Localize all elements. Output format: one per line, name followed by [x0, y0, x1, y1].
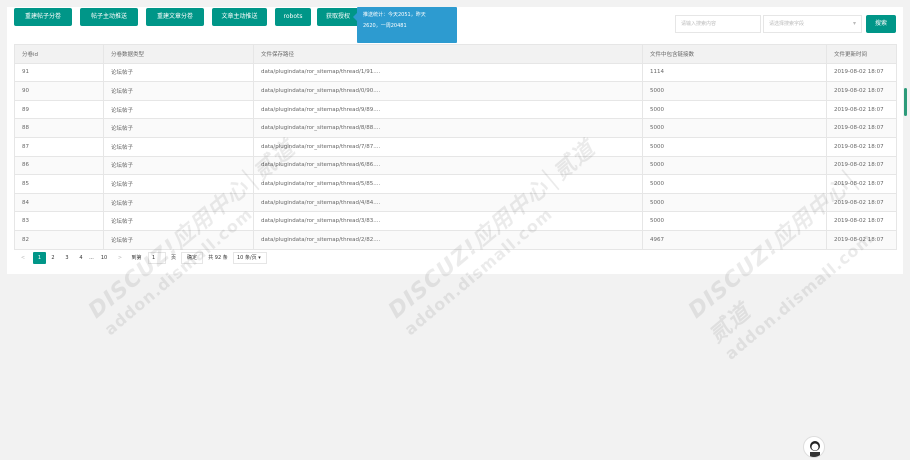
page-button-2[interactable]: 2: [48, 252, 58, 264]
cell-volume-id: 83: [14, 211, 104, 231]
page-size-select[interactable]: 10 条/页 ▾: [233, 252, 267, 264]
next-page-button[interactable]: >: [115, 252, 125, 264]
cell-data-type: 论坛帖子: [103, 155, 254, 176]
table-row[interactable]: 85 论坛帖子 data/plugindata/ror_sitemap/thread…: [14, 174, 897, 194]
cell-data-type: 论坛帖子: [103, 81, 254, 101]
cell-link-count: 1114: [642, 62, 827, 83]
cell-volume-id: 84: [14, 192, 104, 213]
tooltip-line-2: 2620，一周20481: [363, 23, 407, 29]
cell-volume-id: 85: [14, 174, 104, 194]
search-button[interactable]: 搜索: [866, 15, 896, 33]
cell-volume-id: 86: [14, 155, 104, 176]
total-count: 共 92 条: [208, 255, 228, 261]
scrollbar-thumb[interactable]: [904, 88, 907, 116]
cell-data-type: 论坛帖子: [103, 229, 254, 250]
cell-link-count: 4967: [642, 229, 827, 250]
cell-link-count: 5000: [642, 174, 827, 194]
table-row[interactable]: 84 论坛帖子 data/plugindata/ror_sitemap/thread…: [14, 192, 897, 213]
cell-data-type: 论坛帖子: [103, 192, 254, 213]
cell-file-path: data/plugindata/ror_sitemap/thread/4/84.…: [253, 192, 643, 213]
prev-page-button[interactable]: <: [18, 252, 28, 264]
avatar[interactable]: [803, 436, 825, 458]
cell-update-time: 2019-08-02 18:07: [826, 211, 897, 231]
cell-volume-id: 90: [14, 81, 104, 101]
cell-update-time: 2019-08-02 18:07: [826, 62, 897, 83]
cell-link-count: 5000: [642, 99, 827, 120]
search-input[interactable]: [675, 15, 761, 33]
table-row[interactable]: 82 论坛帖子 data/plugindata/ror_sitemap/thread…: [14, 229, 897, 250]
cell-link-count: 5000: [642, 211, 827, 231]
cell-data-type: 论坛帖子: [103, 174, 254, 194]
cell-volume-id: 87: [14, 136, 104, 157]
cell-file-path: data/plugindata/ror_sitemap/thread/2/82.…: [253, 229, 643, 250]
cell-link-count: 5000: [642, 81, 827, 101]
search-field-select[interactable]: 请选择搜索字段 ▾: [763, 15, 862, 33]
table-row[interactable]: 87 论坛帖子 data/plugindata/ror_sitemap/thread…: [14, 136, 897, 157]
table-row[interactable]: 89 论坛帖子 data/plugindata/ror_sitemap/thread…: [14, 99, 897, 120]
cell-volume-id: 89: [14, 99, 104, 120]
column-header-volume-id[interactable]: 分卷id: [14, 44, 104, 64]
cell-volume-id: 91: [14, 62, 104, 83]
page-button-4[interactable]: 4: [76, 252, 86, 264]
rebuild-thread-volumes-button[interactable]: 重建帖子分卷: [14, 8, 72, 26]
table-row[interactable]: 88 论坛帖子 data/plugindata/ror_sitemap/thread…: [14, 118, 897, 138]
cell-data-type: 论坛帖子: [103, 62, 254, 83]
page-ellipsis: ...: [89, 255, 94, 261]
cell-volume-id: 88: [14, 118, 104, 138]
goto-confirm-button[interactable]: 确定: [181, 252, 203, 264]
column-header-update-time[interactable]: 文件更新时间: [826, 44, 897, 64]
sitemap-volume-table: 分卷id 分卷数据类型 文件保存路径 文件中包含链接数 文件更新时间 91 论坛帖…: [14, 44, 897, 250]
cell-file-path: data/plugindata/ror_sitemap/thread/5/85.…: [253, 174, 643, 194]
table-header-row: 分卷id 分卷数据类型 文件保存路径 文件中包含链接数 文件更新时间: [14, 44, 897, 64]
cell-update-time: 2019-08-02 18:07: [826, 81, 897, 101]
cell-link-count: 5000: [642, 118, 827, 138]
cell-file-path: data/plugindata/ror_sitemap/thread/0/90.…: [253, 81, 643, 101]
cell-data-type: 论坛帖子: [103, 99, 254, 120]
goto-label: 到第: [131, 255, 142, 261]
cell-file-path: data/plugindata/ror_sitemap/thread/6/86.…: [253, 155, 643, 176]
cell-link-count: 5000: [642, 136, 827, 157]
cell-volume-id: 82: [14, 229, 104, 250]
cell-link-count: 5000: [642, 155, 827, 176]
column-header-data-type[interactable]: 分卷数据类型: [103, 44, 254, 64]
cell-data-type: 论坛帖子: [103, 211, 254, 231]
column-header-link-count[interactable]: 文件中包含链接数: [642, 44, 827, 64]
robots-button[interactable]: robots: [275, 8, 311, 26]
cell-file-path: data/plugindata/ror_sitemap/thread/7/87.…: [253, 136, 643, 157]
cell-file-path: data/plugindata/ror_sitemap/thread/8/88.…: [253, 118, 643, 138]
chevron-down-icon: ▾: [852, 20, 856, 27]
cell-link-count: 5000: [642, 192, 827, 213]
cell-update-time: 2019-08-02 18:07: [826, 155, 897, 176]
push-threads-button[interactable]: 帖子主动推送: [80, 8, 138, 26]
cell-update-time: 2019-08-02 18:07: [826, 118, 897, 138]
page-button-3[interactable]: 3: [62, 252, 72, 264]
cell-file-path: data/plugindata/ror_sitemap/thread/9/89.…: [253, 99, 643, 120]
avatar-icon: [810, 441, 820, 457]
table-row[interactable]: 91 论坛帖子 data/plugindata/ror_sitemap/thread…: [14, 62, 897, 83]
cell-update-time: 2019-08-02 18:07: [826, 136, 897, 157]
cell-update-time: 2019-08-02 18:07: [826, 99, 897, 120]
cell-update-time: 2019-08-02 18:07: [826, 192, 897, 213]
page-button-last[interactable]: 10: [98, 252, 110, 264]
page-size-value: 10 条/页: [237, 255, 257, 261]
page-unit-label: 页: [170, 255, 176, 261]
cell-file-path: data/plugindata/ror_sitemap/thread/3/83.…: [253, 211, 643, 231]
page-button-1[interactable]: 1: [33, 252, 46, 264]
push-articles-button[interactable]: 文章主动推送: [212, 8, 267, 26]
table-row[interactable]: 90 论坛帖子 data/plugindata/ror_sitemap/thread…: [14, 81, 897, 101]
table-row[interactable]: 86 论坛帖子 data/plugindata/ror_sitemap/thread…: [14, 155, 897, 176]
table-row[interactable]: 83 论坛帖子 data/plugindata/ror_sitemap/thread…: [14, 211, 897, 231]
column-header-file-path[interactable]: 文件保存路径: [253, 44, 643, 64]
tooltip-line-1: 推送统计：今天2051，昨天: [363, 12, 426, 18]
cell-data-type: 论坛帖子: [103, 136, 254, 157]
cell-update-time: 2019-08-02 18:07: [826, 174, 897, 194]
cell-update-time: 2019-08-02 18:07: [826, 229, 897, 250]
rebuild-article-volumes-button[interactable]: 重建文章分卷: [146, 8, 204, 26]
goto-page-input[interactable]: 1: [148, 252, 166, 264]
push-stats-tooltip: 推送统计：今天2051，昨天 2620，一周20481: [353, 7, 457, 43]
pagination: < 1 2 3 4 ... 10 > 到第 1 页 确定 共 92 条 10 条…: [14, 252, 896, 268]
cell-file-path: data/plugindata/ror_sitemap/thread/1/91.…: [253, 62, 643, 83]
search-field-placeholder: 请选择搜索字段: [769, 21, 805, 27]
cell-data-type: 论坛帖子: [103, 118, 254, 138]
